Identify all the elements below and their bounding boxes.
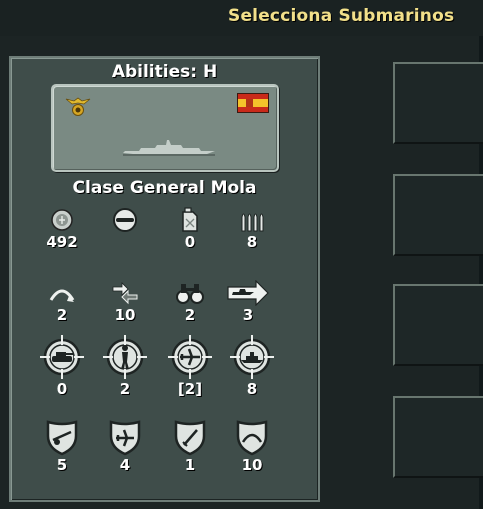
screen-title: Selecciona Submarinos [228,6,455,26]
game-screen: Selecciona Submarinos Abilities: H Clase… [0,0,483,509]
stat-range: 2 [32,280,92,323]
spain-flag-icon [237,93,269,113]
target-aircraft-icon [168,335,212,379]
movement-arc-icon [49,289,75,302]
stat-spotting: 2 [160,280,220,323]
stat-cost: 492 [32,207,92,250]
binoculars-icon [176,284,204,304]
stat-range-value: 2 [56,306,68,324]
stat-fuel: 0 [160,207,220,250]
defense-aircraft-icon [109,420,141,456]
target-ship-icon [230,335,274,379]
ammo-icon [241,213,264,232]
unit-class-name: Clase General Mola [72,178,257,198]
stat-attack-infantry-value: 2 [119,380,131,398]
stat-attack-tank-value: 0 [56,380,68,398]
stat-attack-infantry: 2 [95,334,155,397]
move-arrows-icon [112,282,138,305]
coin-icon [51,209,73,231]
stat-defense-aircraft: 4 [95,418,155,473]
unit-info-panel: Abilities: H Clase General Mola 492 0 8 … [9,56,320,502]
stat-spotting-value: 2 [184,306,196,324]
stat-attack-tank: 0 [32,334,92,397]
submarine-slot-3[interactable] [393,284,483,366]
stat-movement: 10 [95,280,155,323]
naval-move-icon [227,280,269,306]
destroyer-silhouette [123,140,215,156]
submarine-slot-4[interactable] [393,396,483,478]
stat-defense-artillery: 5 [32,418,92,473]
stat-naval-move-value: 3 [242,306,254,324]
stat-attack-aircraft-value: [2] [177,380,203,398]
stat-attack-ship-value: 8 [246,380,258,398]
eagle-emblem-icon [65,97,91,116]
defense-indirect-icon [236,420,268,456]
stat-ammo-value: 8 [246,233,258,251]
target-tank-icon [40,335,84,379]
stat-ammo: 8 [222,207,282,250]
defense-close-icon [174,420,206,456]
stat-defense-indirect: 10 [222,418,282,473]
stat-attack-ship: 8 [222,334,282,397]
abilities-title: Abilities: H [111,62,218,82]
stat-defense-artillery-value: 5 [56,456,68,474]
submarine-slot-2[interactable] [393,174,483,256]
stat-defense-close: 1 [160,418,220,473]
submarine-class-icon [113,208,137,232]
stat-unit-class [95,207,155,234]
stat-attack-aircraft: [2] [160,334,220,397]
defense-artillery-icon [46,420,78,456]
fuel-canister-icon [182,207,198,232]
stat-fuel-value: 0 [184,233,196,251]
stat-cost-value: 492 [46,233,78,251]
stat-defense-close-value: 1 [184,456,196,474]
target-infantry-icon [103,335,147,379]
stat-movement-value: 10 [114,306,136,324]
stat-defense-indirect-value: 10 [241,456,263,474]
stat-defense-aircraft-value: 4 [119,456,131,474]
submarine-slot-1[interactable] [393,62,483,144]
stat-naval-move: 3 [218,280,278,323]
unit-portrait [51,84,279,172]
